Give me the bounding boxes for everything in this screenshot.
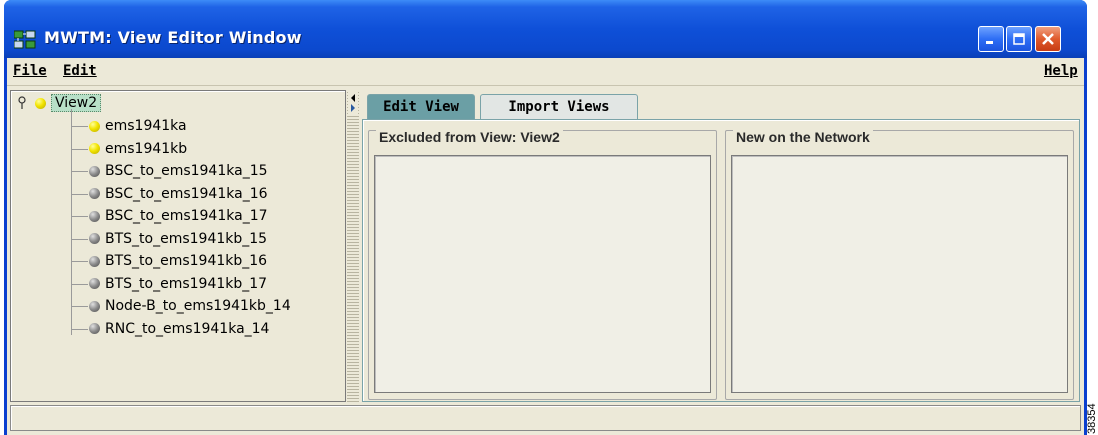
view-tree[interactable]: View2 ems1941ka ems1941kb BSC_to_ems1941ka… [10, 90, 346, 402]
tree-connector [71, 216, 88, 217]
tree-node-label: BSC_to_ems1941ka_17 [105, 208, 268, 224]
tree-node[interactable]: ems1941ka [89, 115, 187, 137]
tree-node[interactable]: BSC_to_ems1941ka_15 [89, 160, 268, 182]
new-network-list[interactable] [731, 155, 1068, 393]
tree-node[interactable]: BSC_to_ems1941ka_17 [89, 205, 268, 227]
excluded-group: Excluded from View: View2 [368, 129, 717, 400]
collapse-left-arrow-icon[interactable] [348, 92, 358, 114]
view-editor-window: MWTM: View Editor Window File Edit Help [4, 0, 1087, 435]
tree-connector [71, 328, 88, 330]
minimize-button[interactable] [978, 26, 1004, 52]
close-icon [1042, 33, 1054, 45]
tree-node[interactable]: ems1941kb [89, 138, 187, 160]
tab-edit-view[interactable]: Edit View [367, 94, 475, 119]
tree-node-label: ems1941kb [105, 140, 188, 157]
maximize-icon [1013, 33, 1025, 45]
window-title: MWTM: View Editor Window [44, 28, 302, 47]
excluded-list[interactable] [374, 155, 711, 393]
menu-edit[interactable]: Edit [63, 63, 97, 79]
yellow-ball-icon [35, 97, 46, 109]
status-bar [10, 405, 1081, 431]
tree-node-label: BTS_to_ems1941kb_17 [105, 275, 268, 292]
gray-ball-icon [89, 210, 100, 222]
tree-node-label: RNC_to_ems1941ka_14 [105, 320, 270, 337]
split-pane-divider[interactable] [347, 90, 359, 402]
maximize-button[interactable] [1006, 26, 1032, 52]
menu-bar: File Edit Help [7, 58, 1084, 86]
tree-node-label: BTS_to_ems1941kb_16 [105, 253, 268, 269]
minimize-icon [986, 41, 993, 44]
tree-node[interactable]: BSC_to_ems1941ka_16 [89, 183, 268, 205]
menu-edit-label: Edit [63, 63, 97, 79]
gray-ball-icon [89, 278, 100, 289]
tree-guide-line [71, 109, 72, 335]
tree-node[interactable]: BTS_to_ems1941kb_16 [89, 250, 267, 272]
tree-node-label: ems1941ka [105, 118, 187, 134]
title-bar[interactable]: MWTM: View Editor Window [4, 0, 1087, 58]
close-button[interactable] [1035, 26, 1061, 52]
menu-help[interactable]: Help [1044, 63, 1078, 79]
tree-connector [71, 261, 88, 262]
menu-help-label: Help [1044, 63, 1078, 79]
yellow-ball-icon [89, 143, 100, 154]
gray-ball-icon [89, 300, 100, 312]
tree-node-label: BSC_to_ems1941ka_15 [105, 163, 268, 179]
figure-id-label: 38354 [1086, 403, 1098, 434]
window-client-area: File Edit Help View2 ems1941ka ems1941kb B… [7, 58, 1084, 435]
tree-connector [71, 148, 88, 150]
tree-node[interactable]: Node-B_to_ems1941kb_14 [89, 295, 291, 317]
tree-node[interactable]: BTS_to_ems1941kb_15 [89, 228, 267, 250]
tree-node[interactable]: BTS_to_ems1941kb_17 [89, 273, 267, 295]
excluded-group-title: Excluded from View: View2 [376, 129, 563, 145]
tree-node-label: BTS_to_ems1941kb_15 [105, 230, 268, 247]
network-map-icon [14, 30, 36, 49]
gray-ball-icon [89, 255, 100, 267]
tree-connector [71, 193, 88, 195]
gray-ball-icon [89, 233, 100, 244]
tree-root[interactable]: View2 [17, 92, 102, 114]
new-network-group-title: New on the Network [733, 129, 873, 145]
tree-node[interactable]: RNC_to_ems1941ka_14 [89, 318, 269, 340]
tree-connector [71, 306, 88, 307]
tree-connector [71, 126, 88, 127]
tree-node-label: BSC_to_ems1941ka_16 [105, 185, 268, 202]
tab-import-views[interactable]: Import Views [480, 94, 638, 119]
expand-handle-icon[interactable] [17, 96, 29, 110]
menu-file-label: File [13, 63, 47, 79]
gray-ball-icon [89, 165, 100, 177]
tree-node-label: Node-B_to_ems1941kb_14 [105, 298, 291, 314]
tree-root-label: View2 [51, 94, 102, 112]
gray-ball-icon [89, 323, 100, 334]
tabbed-pane: Edit View Import Views Excluded from Vie… [362, 94, 1082, 402]
gray-ball-icon [89, 188, 100, 199]
yellow-ball-icon [89, 120, 100, 132]
edit-view-panel: Excluded from View: View2 New on the Net… [362, 119, 1080, 402]
tree-connector [71, 171, 88, 172]
tree-connector [71, 238, 88, 240]
menu-file[interactable]: File [13, 63, 47, 79]
new-network-group: New on the Network [725, 129, 1074, 400]
tree-connector [71, 283, 88, 285]
